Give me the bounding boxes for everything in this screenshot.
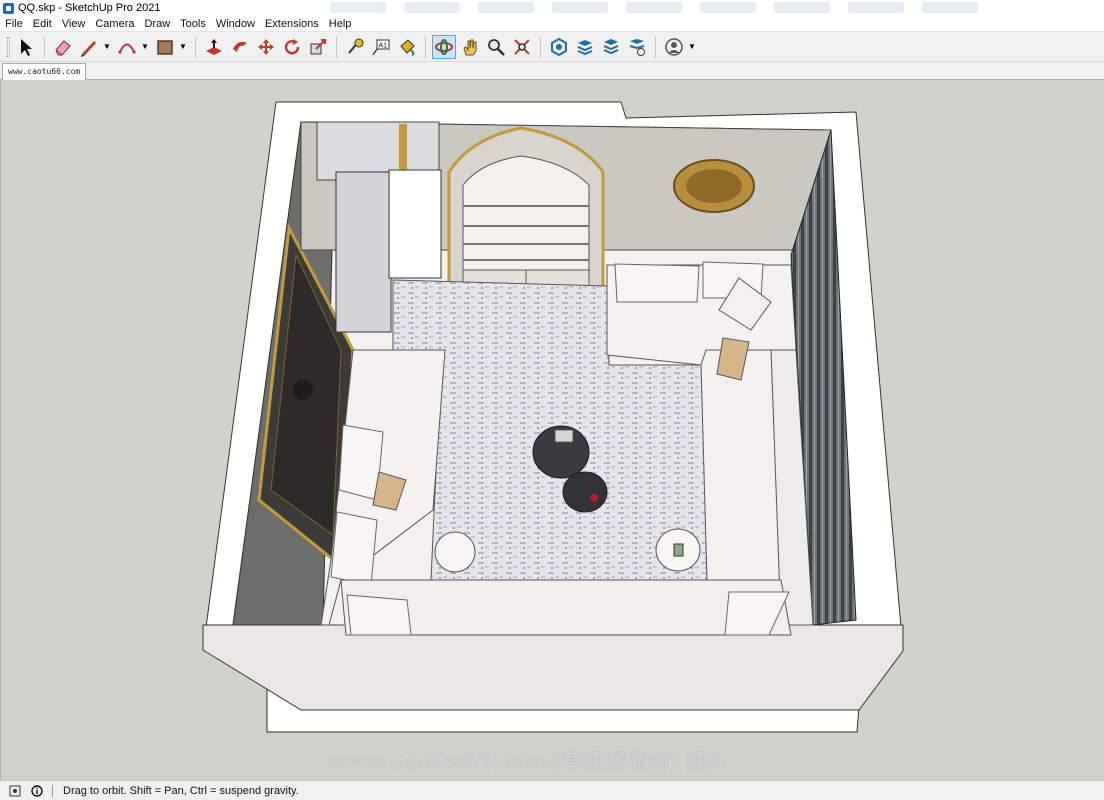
move-icon: [258, 38, 274, 55]
paint-bucket-tool-button[interactable]: [395, 35, 419, 59]
zoom-tool-button[interactable]: [484, 35, 508, 59]
eraser-icon: [55, 39, 71, 55]
pencil-line-icon: [81, 40, 96, 57]
status-hint: Drag to orbit. Shift = Pan, Ctrl = suspe…: [63, 784, 299, 797]
sketchup-window: QQ.skp - SketchUp Pro 2021 File Edit View C…: [0, 0, 1104, 800]
toolbar-separator: [655, 35, 656, 58]
zoom-icon: [488, 38, 505, 56]
menu-file[interactable]: File: [0, 18, 28, 30]
watermark-text: www.caotu66.com(草图溜溜网) 图A: [327, 750, 726, 774]
tape-measure-icon: [348, 38, 364, 54]
sketchup-logo-icon: [3, 2, 14, 14]
toolbar-separator: [336, 35, 337, 58]
menu-window[interactable]: Window: [211, 18, 260, 30]
3d-warehouse-tool-button[interactable]: [547, 35, 571, 59]
chevron-down-icon[interactable]: ▼: [178, 35, 188, 59]
menu-bar: File Edit View Camera Draw Tools Window Extensi…: [0, 16, 1104, 32]
svg-text:A1: A1: [379, 42, 388, 49]
paint-bucket-icon: [400, 38, 415, 56]
user-account-tool-button[interactable]: [662, 35, 686, 59]
scale-icon: [310, 38, 326, 54]
pan-hand-tool-button[interactable]: [458, 35, 482, 59]
chevron-down-icon[interactable]: ▼: [140, 35, 150, 59]
zoom-extents-icon: [514, 38, 530, 55]
select-arrow-icon: [21, 38, 32, 56]
toolbar-separator: [44, 35, 45, 58]
title-bar: QQ.skp - SketchUp Pro 2021: [0, 0, 1104, 16]
tape-measure-tool-button[interactable]: [343, 35, 367, 59]
toolbar-separator: [425, 35, 426, 58]
model-scene: [202, 101, 904, 733]
follow-me-icon: [233, 41, 247, 52]
select-arrow-tool-button[interactable]: [14, 35, 38, 59]
move-tool-button[interactable]: [254, 35, 278, 59]
text-label-tool-button[interactable]: A1: [369, 35, 393, 59]
text-label-icon: A1: [372, 39, 390, 55]
push-pull-tool-button[interactable]: [202, 35, 226, 59]
menu-view[interactable]: View: [57, 18, 91, 30]
chevron-down-icon[interactable]: ▼: [102, 35, 112, 59]
orbit-tool-button[interactable]: [432, 34, 456, 59]
toolbar-separator: [195, 35, 196, 58]
geo-location-icon[interactable]: [8, 784, 22, 798]
model-viewport[interactable]: www.caotu66.com(草图溜溜网) 图A: [0, 80, 1104, 780]
push-pull-icon: [206, 38, 222, 55]
scene-tab-strip: www.caotu66.com: [0, 62, 1104, 80]
menu-edit[interactable]: Edit: [28, 18, 57, 30]
follow-me-tool-button[interactable]: [228, 35, 252, 59]
chevron-down-icon[interactable]: ▼: [687, 35, 697, 59]
menu-extensions[interactable]: Extensions: [260, 18, 324, 30]
arc-icon: [118, 43, 136, 54]
extension-warehouse-icon: [577, 39, 593, 55]
doorway: [388, 169, 442, 279]
3d-warehouse-icon: [551, 37, 567, 56]
front-wall-face: [202, 624, 904, 711]
extension-warehouse-tool-button[interactable]: [573, 35, 597, 59]
menu-camera[interactable]: Camera: [90, 18, 139, 30]
layout-send-tool-button[interactable]: [599, 35, 623, 59]
menu-draw[interactable]: Draw: [139, 18, 175, 30]
rectangle-shape-icon: [157, 39, 173, 55]
eraser-tool-button[interactable]: [51, 35, 75, 59]
window-title: QQ.skp - SketchUp Pro 2021: [18, 2, 161, 14]
main-toolbar: ▼ ▼ ▼ A1 ▼: [0, 32, 1104, 62]
layout-send-icon: [603, 38, 619, 54]
zoom-extents-tool-button[interactable]: [510, 35, 534, 59]
orbit-icon: [435, 38, 453, 55]
toolbar-grip[interactable]: [7, 36, 10, 57]
info-icon[interactable]: [30, 784, 44, 798]
coffee-table-small: [562, 471, 608, 513]
scale-tool-button[interactable]: [306, 35, 330, 59]
extension-manager-tool-button[interactable]: [625, 35, 649, 59]
side-table-left: [434, 531, 476, 573]
scene-tab[interactable]: www.caotu66.com: [2, 63, 87, 80]
extension-manager-icon: [629, 38, 645, 56]
rectangle-shape-tool-button[interactable]: [153, 35, 177, 59]
rotate-tool-button[interactable]: [280, 35, 304, 59]
user-account-icon: [665, 37, 683, 56]
status-bar: Drag to orbit. Shift = Pan, Ctrl = suspe…: [0, 780, 1104, 800]
status-divider: [52, 784, 53, 797]
background-tabs: [330, 2, 978, 13]
menu-help[interactable]: Help: [324, 18, 357, 30]
rotate-icon: [284, 38, 300, 54]
toolbar-separator: [540, 35, 541, 58]
menu-tools[interactable]: Tools: [175, 18, 211, 30]
pan-hand-icon: [463, 39, 477, 55]
pencil-line-tool-button[interactable]: [77, 35, 101, 59]
arc-tool-button[interactable]: [115, 35, 139, 59]
